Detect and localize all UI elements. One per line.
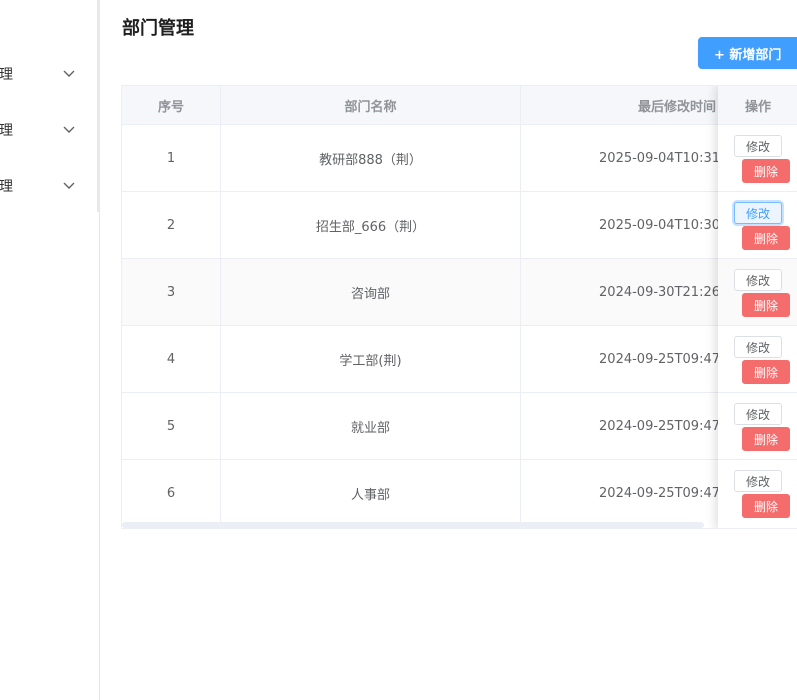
sidebar-scrollbar[interactable] bbox=[97, 0, 100, 212]
sidebar-menu-label: 理 bbox=[0, 67, 13, 83]
department-table: 序号 部门名称 最后修改时间 1 教研部888（荆） 2025-09-04T10… bbox=[121, 85, 797, 529]
edit-button[interactable]: 修改 bbox=[734, 470, 782, 492]
table-row: 3 咨询部 2024-09-30T21:26 bbox=[122, 259, 797, 326]
actions-cell: 修改 删除 bbox=[718, 259, 797, 326]
edit-button[interactable]: 修改 bbox=[734, 202, 782, 224]
delete-button[interactable]: 删除 bbox=[742, 360, 790, 384]
table-row: 5 就业部 2024-09-25T09:47 bbox=[122, 393, 797, 460]
table-horizontal-scrollbar[interactable] bbox=[122, 522, 704, 528]
actions-cell: 修改 删除 bbox=[718, 460, 797, 527]
page-title: 部门管理 bbox=[122, 18, 194, 39]
cell-updated: 2024-09-25T09:47 bbox=[521, 460, 721, 527]
cell-name: 招生部_666（荆） bbox=[221, 192, 521, 259]
table-row: 1 教研部888（荆） 2025-09-04T10:31 bbox=[122, 125, 797, 192]
chevron-down-icon bbox=[60, 121, 78, 139]
delete-button[interactable]: 删除 bbox=[742, 494, 790, 518]
cell-index: 4 bbox=[122, 326, 221, 393]
actions-cell: 修改 删除 bbox=[718, 393, 797, 460]
cell-updated: 2025-09-04T10:30 bbox=[521, 192, 721, 259]
cell-updated: 2025-09-04T10:31 bbox=[521, 125, 721, 192]
add-department-button[interactable]: + 新增部门 bbox=[698, 37, 797, 69]
edit-button[interactable]: 修改 bbox=[734, 403, 782, 425]
cell-name: 人事部 bbox=[221, 460, 521, 527]
chevron-down-icon bbox=[60, 177, 78, 195]
cell-name: 就业部 bbox=[221, 393, 521, 460]
table-row: 2 招生部_666（荆） 2025-09-04T10:30 bbox=[122, 192, 797, 259]
sidebar-menu-label: 理 bbox=[0, 179, 13, 195]
cell-name: 教研部888（荆） bbox=[221, 125, 521, 192]
cell-index: 2 bbox=[122, 192, 221, 259]
edit-button[interactable]: 修改 bbox=[734, 269, 782, 291]
table-header: 序号 部门名称 最后修改时间 bbox=[122, 86, 797, 125]
cell-updated: 2024-09-25T09:47 bbox=[521, 393, 721, 460]
delete-button[interactable]: 删除 bbox=[742, 226, 790, 250]
header-name: 部门名称 bbox=[221, 86, 521, 125]
cell-name: 咨询部 bbox=[221, 259, 521, 326]
sidebar-menu-item-1[interactable]: 理 bbox=[0, 46, 96, 102]
header-updated: 最后修改时间 bbox=[521, 86, 721, 125]
sidebar-menu-item-3[interactable]: 理 bbox=[0, 158, 96, 214]
actions-cell: 修改 删除 bbox=[718, 125, 797, 192]
actions-column: 操作 修改 删除 修改 删除 修改 删除 修改 删除 修改 删除 修改 删除 bbox=[718, 86, 797, 528]
sidebar: 理 理 理 bbox=[0, 0, 100, 700]
header-index: 序号 bbox=[122, 86, 221, 125]
delete-button[interactable]: 删除 bbox=[742, 427, 790, 451]
table-row: 6 人事部 2024-09-25T09:47 bbox=[122, 460, 797, 527]
cell-index: 6 bbox=[122, 460, 221, 527]
sidebar-menu-item-2[interactable]: 理 bbox=[0, 102, 96, 158]
header-actions: 操作 bbox=[718, 86, 797, 125]
actions-cell: 修改 删除 bbox=[718, 192, 797, 259]
delete-button[interactable]: 删除 bbox=[742, 159, 790, 183]
cell-name: 学工部(荆) bbox=[221, 326, 521, 393]
cell-updated: 2024-09-25T09:47 bbox=[521, 326, 721, 393]
cell-index: 1 bbox=[122, 125, 221, 192]
sidebar-menu-label: 理 bbox=[0, 123, 13, 139]
cell-updated: 2024-09-30T21:26 bbox=[521, 259, 721, 326]
table-row: 4 学工部(荆) 2024-09-25T09:47 bbox=[122, 326, 797, 393]
edit-button[interactable]: 修改 bbox=[734, 336, 782, 358]
chevron-down-icon bbox=[60, 65, 78, 83]
actions-cell: 修改 删除 bbox=[718, 326, 797, 393]
delete-button[interactable]: 删除 bbox=[742, 293, 790, 317]
cell-index: 3 bbox=[122, 259, 221, 326]
cell-index: 5 bbox=[122, 393, 221, 460]
edit-button[interactable]: 修改 bbox=[734, 135, 782, 157]
